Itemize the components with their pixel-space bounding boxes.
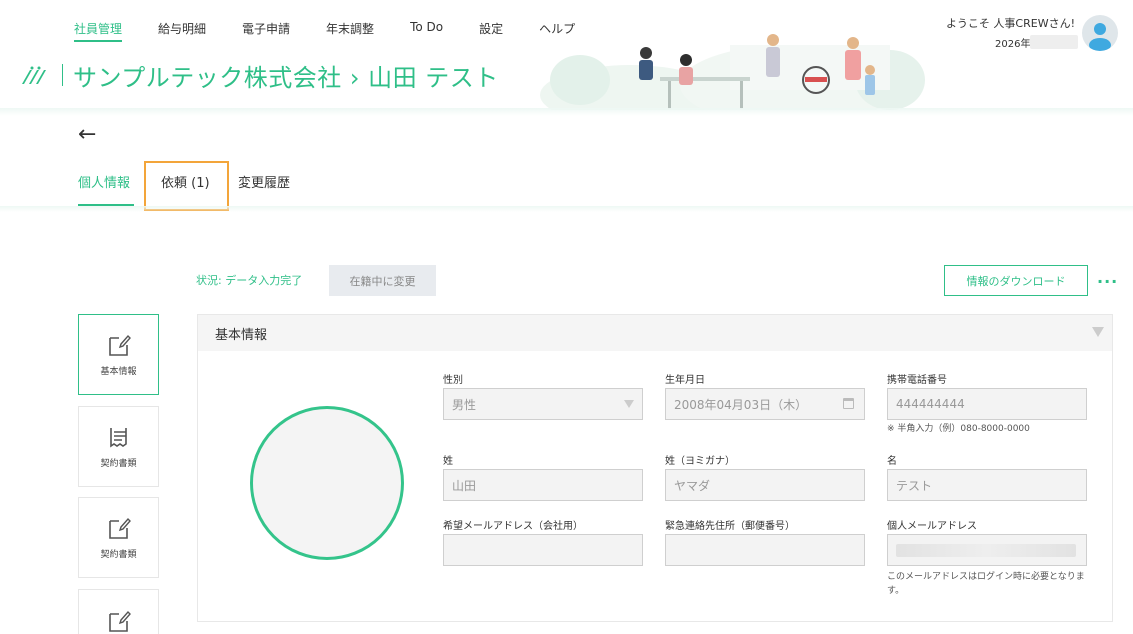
change-to-employed-button[interactable]: 在籍中に変更 (329, 265, 436, 296)
header-illustration (540, 34, 925, 110)
work-email-label: 希望メールアドレス（会社用） (443, 521, 583, 532)
status-text: 状況: データ入力完了 (196, 274, 303, 287)
edit-note-icon (108, 517, 131, 539)
emergency-zip-input[interactable] (665, 534, 865, 566)
document-list-icon (109, 428, 127, 448)
nav-e-application[interactable]: 電子申請 (242, 20, 290, 42)
side-menu-basic-info[interactable]: 基本情報 (78, 314, 159, 395)
last-name-input[interactable]: 山田 (443, 469, 643, 501)
gender-label: 性別 (443, 375, 463, 386)
mobile-hint: ※ 半角入力（例）080-8000-0000 (887, 424, 1030, 434)
work-email-input[interactable] (443, 534, 643, 566)
side-menu-contract-docs[interactable]: 契約書類 (78, 406, 159, 487)
profile-photo-placeholder[interactable] (250, 406, 404, 560)
user-icon (1089, 23, 1111, 51)
basic-info-panel: 基本情報 性別 男性 生年月日 2008年04月03日（木） 携帯電話番号 44… (197, 314, 1113, 622)
logo-divider (62, 64, 63, 86)
last-name-value: 山田 (452, 478, 477, 493)
side-menu-item-4[interactable] (78, 589, 159, 634)
personal-email-hint: このメールアドレスはログイン時に必要となります。 (887, 572, 1085, 596)
user-avatar[interactable] (1082, 15, 1118, 51)
mobile-value: 444444444 (896, 397, 965, 411)
birthday-input[interactable]: 2008年04月03日（木） (665, 388, 865, 420)
last-name-label: 姓 (443, 456, 453, 467)
tabs-divider (0, 206, 1133, 212)
birthday-value: 2008年04月03日（木） (674, 397, 808, 412)
last-kana-value: ヤマダ (674, 478, 711, 493)
gender-value: 男性 (452, 397, 477, 412)
highlight-box (144, 161, 229, 211)
dropdown-caret-icon (624, 400, 634, 408)
first-name-input[interactable]: テスト (887, 469, 1087, 501)
nav-settings[interactable]: 設定 (479, 20, 503, 42)
mobile-input[interactable]: 444444444 (887, 388, 1087, 420)
side-menu-contract-docs-2[interactable]: 契約書類 (78, 497, 159, 578)
personal-email-input[interactable] (887, 534, 1087, 566)
tab-personal-info[interactable]: 個人情報 (78, 172, 130, 191)
calendar-icon[interactable] (843, 398, 854, 409)
panel-title: 基本情報 (215, 327, 268, 343)
company-logo-icon (22, 66, 46, 84)
date-redacted (1030, 35, 1078, 49)
first-name-label: 名 (887, 456, 897, 467)
page-title: サンプルテック株式会社 › 山田 テスト (73, 64, 499, 92)
side-menu-label: 契約書類 (100, 459, 137, 469)
side-menu-label: 基本情報 (100, 367, 137, 377)
last-kana-input[interactable]: ヤマダ (665, 469, 865, 501)
back-arrow-icon[interactable]: ← (78, 122, 96, 147)
welcome-text: ようこそ 人事CREWさん! (945, 17, 1075, 30)
nav-todo[interactable]: To Do (410, 20, 443, 42)
nav-payslip[interactable]: 給与明細 (158, 20, 206, 42)
nav-employee-management[interactable]: 社員管理 (74, 20, 123, 42)
last-kana-label: 姓（ヨミガナ） (665, 456, 735, 467)
mobile-label: 携帯電話番号 (887, 375, 947, 386)
gender-select[interactable]: 男性 (443, 388, 643, 420)
birthday-label: 生年月日 (665, 375, 705, 386)
emergency-zip-label: 緊急連絡先住所（郵便番号） (665, 521, 795, 532)
download-info-button[interactable]: 情報のダウンロード (944, 265, 1088, 296)
more-options-icon[interactable]: ... (1097, 268, 1118, 287)
collapse-caret-icon[interactable] (1092, 327, 1104, 337)
edit-note-icon (108, 610, 131, 632)
header: 社員管理 給与明細 電子申請 年末調整 To Do 設定 ヘルプ サンプルテック… (0, 0, 1133, 110)
top-nav: 社員管理 給与明細 電子申請 年末調整 To Do 設定 ヘルプ (74, 20, 575, 42)
edit-note-icon (108, 334, 131, 356)
personal-email-label: 個人メールアドレス (887, 521, 977, 532)
side-menu-label: 契約書類 (100, 550, 137, 560)
header-divider (0, 108, 1133, 116)
panel-header[interactable]: 基本情報 (198, 315, 1112, 351)
first-name-value: テスト (896, 478, 933, 493)
redacted-email (896, 544, 1076, 557)
date-year: 2026年 (995, 39, 1031, 50)
tab-change-history[interactable]: 変更履歴 (238, 172, 290, 191)
nav-year-end-adjustment[interactable]: 年末調整 (326, 20, 374, 42)
